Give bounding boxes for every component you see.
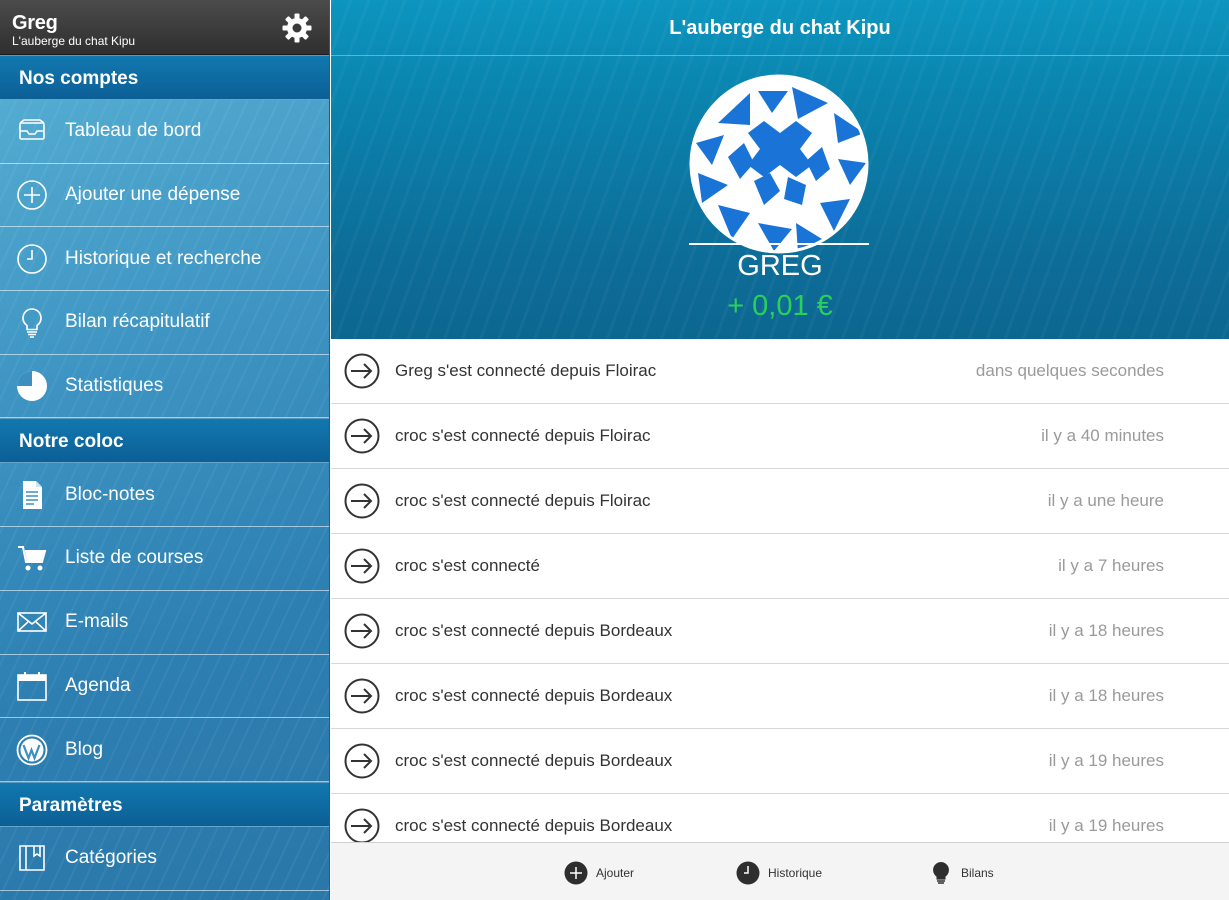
sidebar-item-add-expense[interactable]: Ajouter une dépense bbox=[0, 164, 329, 228]
activity-time: il y a 18 heures bbox=[1048, 686, 1164, 705]
clock-icon bbox=[736, 861, 760, 885]
sidebar-item-shopping-list[interactable]: Liste de courses bbox=[0, 527, 329, 591]
activity-text: croc s'est connecté depuis Floirac bbox=[395, 426, 651, 445]
section-header-settings: Paramètres bbox=[0, 781, 329, 827]
document-icon bbox=[15, 478, 49, 512]
activity-time: il y a 7 heures bbox=[1058, 556, 1164, 575]
login-arrow-icon bbox=[344, 613, 380, 649]
profile-header: Greg L'auberge du chat Kipu bbox=[0, 0, 329, 55]
sidebar-item-notes[interactable]: Bloc-notes bbox=[0, 463, 329, 528]
sidebar-item-label: Blog bbox=[65, 738, 104, 760]
plus-circle-icon bbox=[564, 861, 588, 885]
login-arrow-icon bbox=[344, 678, 380, 714]
gear-icon[interactable] bbox=[281, 12, 313, 44]
sidebar-item-label: E-mails bbox=[65, 611, 129, 633]
login-arrow-icon bbox=[344, 353, 380, 389]
sidebar-item-dashboard[interactable]: Tableau de bord bbox=[0, 100, 329, 164]
sidebar-item-summary[interactable]: Bilan récapitulatif bbox=[0, 291, 329, 355]
tab-add-label: Ajouter bbox=[596, 866, 635, 880]
cart-icon bbox=[15, 541, 49, 575]
sidebar-item-label: Bilan récapitulatif bbox=[65, 311, 210, 333]
book-icon bbox=[15, 841, 49, 875]
clock-icon bbox=[15, 242, 49, 276]
activity-text: croc s'est connecté depuis Bordeaux bbox=[395, 686, 673, 705]
section-header-accounts: Nos comptes bbox=[0, 55, 329, 100]
activity-text: croc s'est connecté depuis Bordeaux bbox=[395, 816, 673, 835]
sidebar-item-label: Historique et recherche bbox=[65, 247, 262, 269]
envelope-icon bbox=[15, 605, 49, 639]
hero-header: L'auberge du chat Kipu GREG + 0,01 € bbox=[331, 0, 1229, 339]
section-header-colocation: Notre coloc bbox=[0, 418, 329, 464]
user-name: GREG bbox=[737, 250, 823, 282]
activity-text: croc s'est connecté depuis Bordeaux bbox=[395, 621, 673, 640]
activity-time: il y a 19 heures bbox=[1048, 751, 1164, 770]
sidebar-item-label: Tableau de bord bbox=[65, 120, 202, 142]
user-balance: + 0,01 € bbox=[727, 290, 833, 322]
list-item[interactable]: croc s'est connecté depuis Bordeaux il y… bbox=[331, 664, 1229, 729]
login-arrow-icon bbox=[344, 548, 380, 584]
sidebar-item-statistics[interactable]: Statistiques bbox=[0, 355, 329, 419]
sidebar-item-label: Bloc-notes bbox=[65, 483, 155, 505]
wordpress-icon bbox=[15, 733, 49, 767]
list-item[interactable]: croc s'est connecté depuis Floirac il y … bbox=[331, 404, 1229, 469]
lightbulb-icon bbox=[933, 862, 949, 884]
avatar-underline bbox=[689, 243, 869, 245]
login-arrow-icon bbox=[344, 483, 380, 519]
list-item[interactable]: croc s'est connecté depuis Bordeaux il y… bbox=[331, 729, 1229, 794]
activity-time: il y a 18 heures bbox=[1048, 621, 1164, 640]
tab-history[interactable]: Historique bbox=[736, 861, 822, 885]
activity-time: il y a une heure bbox=[1047, 491, 1164, 510]
pie-chart-icon bbox=[15, 369, 49, 403]
tab-reports[interactable]: Bilans bbox=[929, 861, 994, 885]
bottom-tab-bar: Ajouter Historique Bilans bbox=[331, 842, 1229, 900]
sidebar: Greg L'auberge du chat Kipu Nos comptes bbox=[0, 0, 330, 900]
sidebar-item-agenda[interactable]: Agenda bbox=[0, 655, 329, 719]
plus-circle-icon bbox=[15, 178, 49, 212]
list-item[interactable]: croc s'est connecté depuis Floirac il y … bbox=[331, 469, 1229, 534]
sidebar-item-label: Ajouter une dépense bbox=[65, 184, 241, 206]
sidebar-item-history[interactable]: Historique et recherche bbox=[0, 227, 329, 292]
inbox-icon bbox=[15, 114, 49, 148]
activity-list: Greg s'est connecté depuis Floirac dans … bbox=[331, 339, 1229, 859]
tab-add[interactable]: Ajouter bbox=[564, 861, 634, 885]
login-arrow-icon bbox=[344, 743, 380, 779]
activity-text: Greg s'est connecté depuis Floirac bbox=[395, 361, 657, 380]
activity-time: il y a 19 heures bbox=[1048, 816, 1164, 835]
tab-history-label: Historique bbox=[768, 866, 823, 880]
activity-text: croc s'est connecté bbox=[395, 556, 540, 575]
tab-reports-label: Bilans bbox=[961, 866, 994, 880]
sidebar-item-emails[interactable]: E-mails bbox=[0, 591, 329, 655]
sidebar-item-label: Catégories bbox=[65, 847, 157, 869]
calendar-icon bbox=[15, 669, 49, 703]
login-arrow-icon bbox=[344, 418, 380, 454]
sidebar-item-label: Agenda bbox=[65, 674, 131, 696]
sidebar-item-blog[interactable]: Blog bbox=[0, 718, 329, 782]
sidebar-item-categories[interactable]: Catégories bbox=[0, 827, 329, 891]
login-arrow-icon bbox=[344, 808, 380, 844]
activity-time: dans quelques secondes bbox=[975, 361, 1164, 380]
activity-time: il y a 40 minutes bbox=[1041, 426, 1164, 445]
activity-text: croc s'est connecté depuis Bordeaux bbox=[395, 751, 673, 770]
avatar[interactable] bbox=[688, 73, 870, 255]
sidebar-item-label: Liste de courses bbox=[65, 547, 204, 569]
page-title: L'auberge du chat Kipu bbox=[331, 0, 1229, 56]
sidebar-item-label: Statistiques bbox=[65, 375, 164, 397]
list-item[interactable]: croc s'est connecté depuis Bordeaux il y… bbox=[331, 599, 1229, 664]
main-panel: L'auberge du chat Kipu GREG + 0,01 € Gre… bbox=[331, 0, 1229, 900]
activity-text: croc s'est connecté depuis Floirac bbox=[395, 491, 651, 510]
list-item[interactable]: croc s'est connecté il y a 7 heures bbox=[331, 534, 1229, 599]
lightbulb-icon bbox=[15, 305, 49, 339]
list-item[interactable]: Greg s'est connecté depuis Floirac dans … bbox=[331, 339, 1229, 404]
